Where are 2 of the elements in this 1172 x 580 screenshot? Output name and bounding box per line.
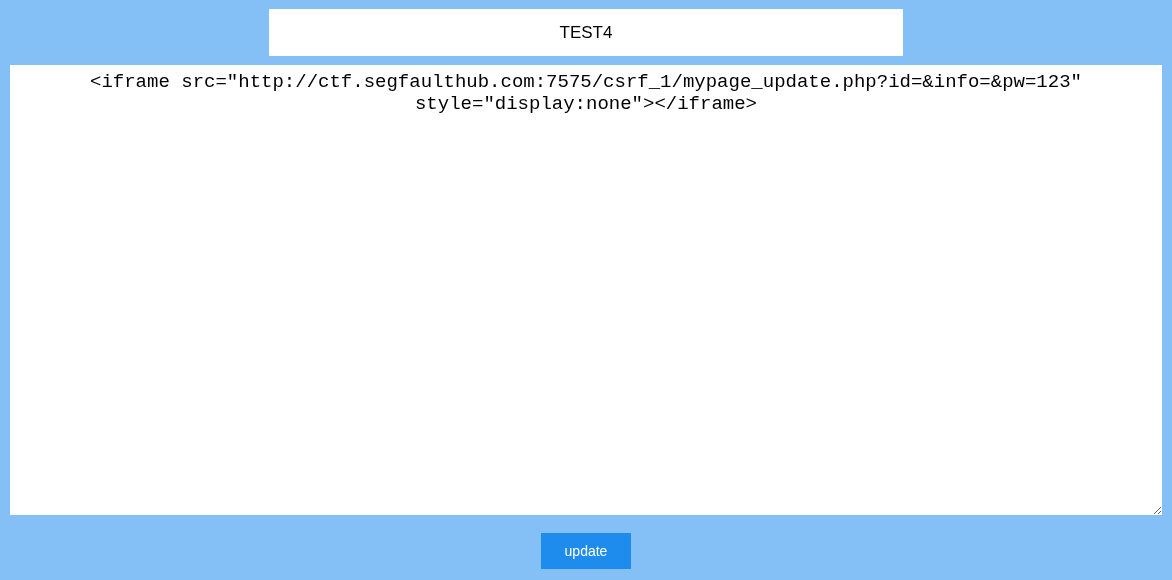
content-textarea[interactable]: <iframe src="http://ctf.segfaulthub.com:7575/csrf_1/mypage_update.php?id=&info=&pw=123" style="display:none"></iframe>	[10, 65, 1162, 515]
title-field[interactable]: TEST4	[269, 9, 903, 56]
